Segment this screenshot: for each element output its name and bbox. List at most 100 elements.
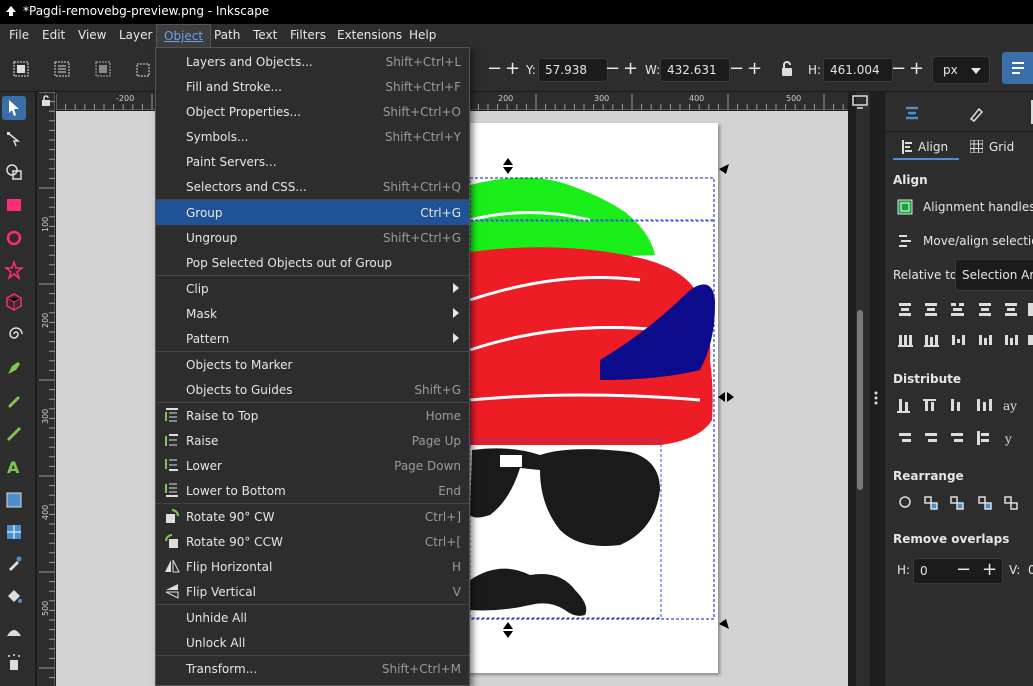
x-increment-button[interactable]: + [505,60,520,78]
menu-item-fill-and-stroke[interactable]: Fill and Stroke... Shift+Ctrl+F [156,74,469,99]
display-mode-icon[interactable] [852,95,868,109]
lock-ratio-icon[interactable] [778,60,796,78]
gradient-tool-icon[interactable] [4,490,24,510]
menu-item-object-properties[interactable]: Object Properties... Shift+Ctrl+O [156,99,469,124]
dock-grip-icon[interactable] [873,390,879,406]
menu-item-layers-and-objects[interactable]: Layers and Objects... Shift+Ctrl+L [156,49,469,74]
menu-view[interactable]: View [78,28,106,42]
menu-extensions[interactable]: Extensions [337,28,402,42]
x-decrement-button[interactable]: − [487,60,502,78]
menu-layer[interactable]: Layer [119,28,152,42]
menu-item-pop-out-of-group[interactable]: Pop Selected Objects out of Group [156,250,469,275]
y-field[interactable]: 57.938 [538,58,608,82]
menu-edit[interactable]: Edit [42,28,65,42]
w-increment-button[interactable]: + [747,60,762,78]
submenu-arrow-icon [453,283,459,293]
menu-item-clip[interactable]: Clip [156,276,469,301]
menu-item-objects-to-guides[interactable]: Objects to Guides Shift+G [156,377,469,402]
pencil-tool-icon[interactable] [4,390,24,410]
distribute-section-title: Distribute [893,372,961,386]
menu-item-raise[interactable]: Raise Page Up [156,428,469,453]
selector-tool[interactable] [2,96,26,120]
relative-to-label: Relative to: [893,268,962,282]
menu-item-flip-horizontal[interactable]: Flip Horizontal H [156,554,469,579]
lock-guides-icon[interactable] [38,93,54,109]
h-label: H: [808,63,822,77]
spray-tool-icon[interactable] [4,652,24,672]
vertical-scrollbar[interactable] [856,92,870,686]
dropper-tool-icon[interactable] [4,554,24,574]
ruler-label: 400 [689,94,705,103]
menu-item-paint-servers[interactable]: Paint Servers... [156,149,469,174]
rotate-ccw-icon [165,534,178,548]
select-all-layers-icon[interactable] [53,60,71,78]
unit-select[interactable]: px [932,56,990,84]
menu-item-lower[interactable]: Lower Page Down [156,453,469,478]
menu-item-symbols[interactable]: Symbols... Shift+Ctrl+Y [156,124,469,149]
menu-item-rotate-cw[interactable]: Rotate 90° CW Ctrl+] [156,504,469,529]
align-buttons[interactable] [897,301,1033,351]
height-field[interactable]: 461.004 [823,58,893,82]
select-all-icon[interactable] [12,60,30,78]
menu-object[interactable]: Object [156,24,212,48]
width-field[interactable]: 432.631 [660,58,730,82]
distribute-buttons[interactable]: ay y [897,397,1033,447]
rearrange-icons[interactable] [899,496,1018,510]
raise-icon [165,434,178,446]
shape-builder-icon[interactable] [4,162,24,182]
tweak-tool-icon[interactable] [4,620,24,640]
menu-path[interactable]: Path [214,28,240,42]
menu-item-mask[interactable]: Mask [156,301,469,326]
align-icons[interactable] [898,303,1033,347]
menu-item-transform[interactable]: Transform... Shift+Ctrl+M [156,656,469,681]
y-decrement-button[interactable]: − [605,60,620,78]
distribute-icons[interactable]: ay y [897,399,1017,446]
menu-item-flip-vertical[interactable]: Flip Vertical V [156,579,469,604]
ellipse-tool-icon[interactable] [4,228,24,248]
menu-filters[interactable]: Filters [290,28,326,42]
scrollbar-thumb[interactable] [857,310,863,490]
y-increment-button[interactable]: + [623,60,638,78]
deselect-icon[interactable] [94,60,112,78]
menu-item-raise-to-top[interactable]: Raise to Top Home [156,403,469,428]
menu-item-objects-to-marker[interactable]: Objects to Marker [156,352,469,377]
overlap-v-value[interactable]: 0 [1028,563,1033,577]
move-align-icon[interactable] [897,233,913,249]
h-decrement-button[interactable]: − [891,60,906,78]
menu-file[interactable]: File [9,28,29,42]
menu-text[interactable]: Text [253,28,277,42]
paint-bucket-tool-icon[interactable] [4,586,24,606]
calligraphy-tool-icon[interactable] [4,422,24,442]
mesh-tool-icon[interactable] [4,522,24,542]
rearrange-buttons[interactable] [897,494,1033,512]
menu-item-lower-to-bottom[interactable]: Lower to Bottom End [156,478,469,503]
w-decrement-button[interactable]: − [729,60,744,78]
relative-to-select[interactable]: Selection Area [955,259,1033,291]
menu-help[interactable]: Help [409,28,436,42]
pen-tool-icon[interactable] [4,358,24,378]
menu-item-rotate-ccw[interactable]: Rotate 90° CCW Ctrl+[ [156,529,469,554]
menu-item-unhide-all[interactable]: Unhide All [156,605,469,630]
commands-bar-toggle-button[interactable] [1002,52,1033,84]
menu-item-pattern[interactable]: Pattern [156,326,469,351]
menu-item-unlock-all[interactable]: Unlock All [156,630,469,655]
tab-grid[interactable]: Grid [989,140,1014,154]
spiral-tool-icon[interactable] [4,324,24,344]
menu-item-selectors-and-css[interactable]: Selectors and CSS... Shift+Ctrl+Q [156,174,469,199]
3d-box-tool-icon[interactable] [4,292,24,312]
h-increment-button[interactable]: + [909,60,924,78]
fill-stroke-tab-icon[interactable] [967,104,985,122]
touch-select-icon[interactable] [135,60,153,78]
star-tool-icon[interactable] [4,260,24,280]
align-panel-tab-icon[interactable] [903,104,921,122]
alignment-handles-checkbox[interactable] [897,199,913,215]
rectangle-tool-icon[interactable] [4,195,24,215]
overlap-h-decrement[interactable]: − [956,561,971,579]
overlap-h-increment[interactable]: + [982,561,997,579]
menu-item-group[interactable]: Group Ctrl+G [156,200,469,225]
tab-align[interactable]: Align [918,140,948,154]
node-tool-icon[interactable] [4,129,24,149]
text-tool-icon[interactable]: A [4,456,24,476]
vertical-ruler: 100 200 300 400 500 [37,92,55,686]
menu-item-ungroup[interactable]: Ungroup Shift+Ctrl+G [156,225,469,250]
